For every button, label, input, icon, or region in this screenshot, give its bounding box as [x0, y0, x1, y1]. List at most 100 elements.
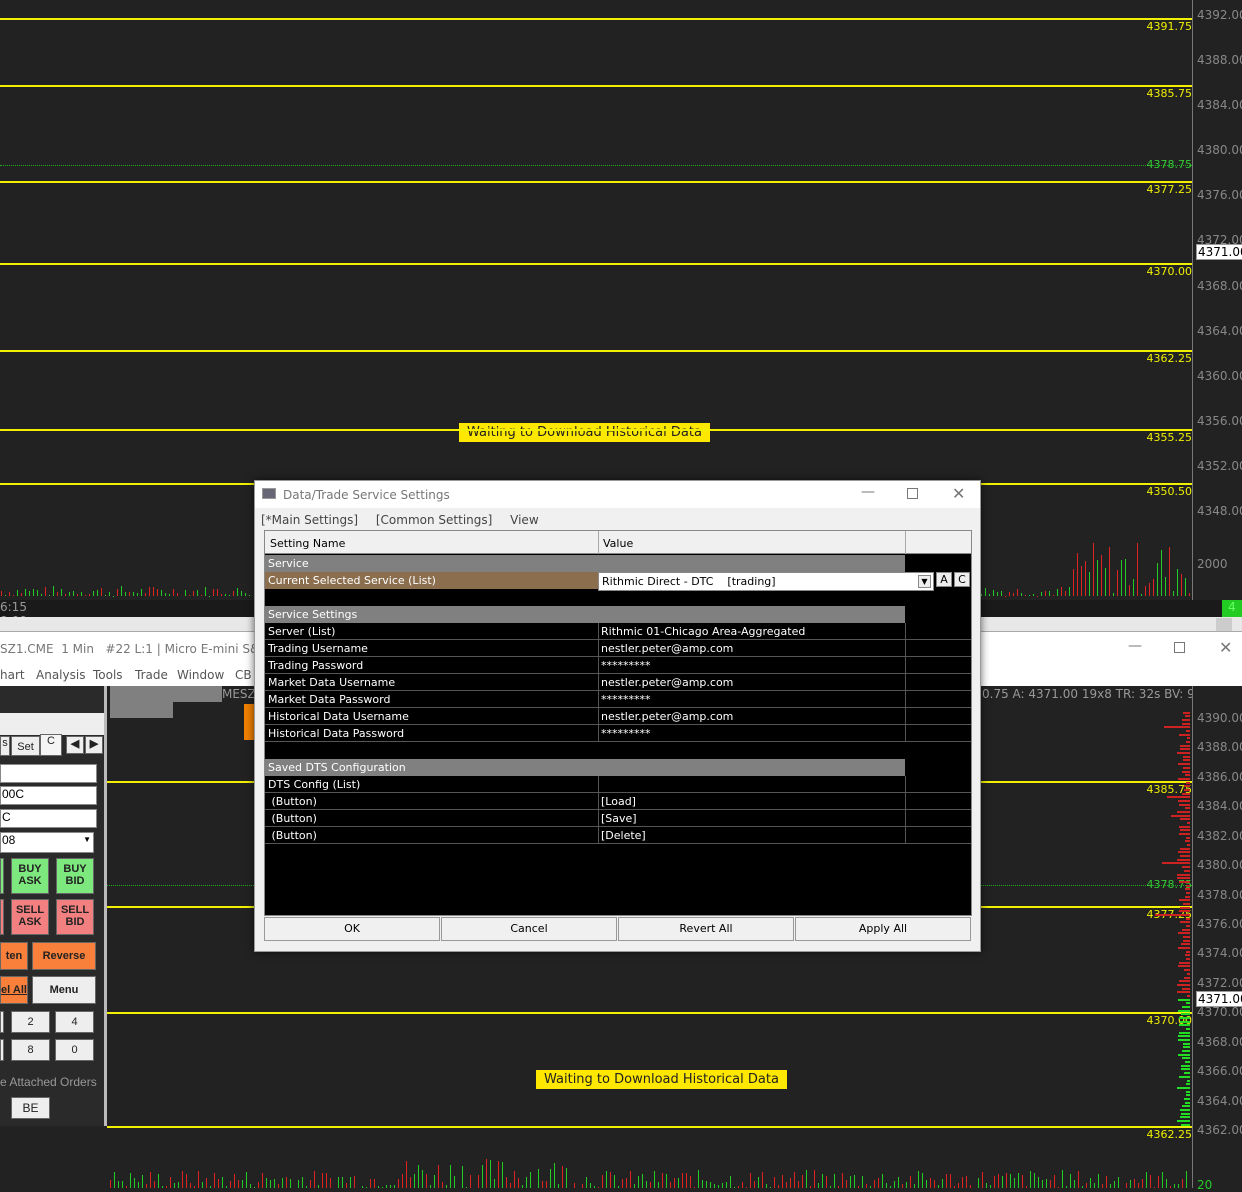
menu-common-settings[interactable]: [Common Settings]: [376, 513, 492, 527]
field-3[interactable]: C: [0, 809, 97, 828]
button-a[interactable]: A: [936, 572, 952, 587]
volume-bar: [1018, 1173, 1019, 1188]
profile-bar: [1184, 1098, 1190, 1100]
close-icon[interactable]: ✕: [1219, 638, 1232, 657]
dts-row[interactable]: (Button)[Delete]: [265, 827, 971, 844]
field-2[interactable]: 00C: [0, 786, 97, 805]
profile-bar: [1178, 1039, 1190, 1041]
setting-name: Trading Password: [268, 659, 363, 672]
tab-set[interactable]: Set: [11, 736, 40, 756]
qty-2-button[interactable]: 2: [11, 1011, 50, 1033]
volume-bar: [1053, 595, 1054, 596]
price-tick: 4388.00: [1197, 53, 1242, 67]
setting-row[interactable]: Historical Data Password*********: [265, 725, 971, 742]
tab-c[interactable]: C: [40, 734, 62, 756]
reverse-button[interactable]: Reverse: [32, 942, 96, 970]
maximize-icon[interactable]: [907, 488, 918, 499]
button-c[interactable]: C: [954, 572, 970, 587]
menu-button[interactable]: Menu: [32, 976, 96, 1004]
profile-bar: [1180, 1109, 1190, 1111]
sell-ask-button[interactable]: SELL ASK: [11, 899, 49, 935]
price-box: [244, 704, 254, 740]
volume-bar: [794, 1172, 795, 1188]
maximize-icon[interactable]: [1174, 642, 1185, 653]
menu-item-hart[interactable]: hart: [0, 668, 25, 682]
setting-row[interactable]: Market Data Password*********: [265, 691, 971, 708]
volume-bar: [338, 1177, 339, 1188]
quantity-select[interactable]: 08▼: [0, 832, 94, 853]
flatten-button[interactable]: ten: [0, 942, 28, 970]
menu-item-cb[interactable]: CB: [235, 668, 252, 682]
profile-bar: [1186, 1002, 1190, 1004]
setting-value[interactable]: [Save]: [601, 812, 637, 825]
price-level-label: 4370.00: [1132, 265, 1192, 278]
ok-button[interactable]: OK: [264, 917, 440, 941]
volume-bar: [165, 593, 166, 596]
setting-row[interactable]: Historical Data Usernamenestler.peter@am…: [265, 708, 971, 725]
buy-market-button[interactable]: [0, 858, 4, 894]
menu-item-trade[interactable]: Trade: [135, 668, 168, 682]
setting-row[interactable]: Trading Usernamenestler.peter@amp.com: [265, 640, 971, 657]
price-level-label: 4350.50: [1132, 485, 1192, 498]
tab-scroll-right[interactable]: ▶: [85, 736, 103, 754]
profile-bar: [1182, 723, 1190, 725]
setting-row[interactable]: Market Data Usernamenestler.peter@amp.co…: [265, 674, 971, 691]
volume-bar: [1094, 1183, 1095, 1188]
volume-bar: [814, 1170, 815, 1188]
profile-bar: [1180, 921, 1190, 923]
qty-4-button[interactable]: 4: [55, 1011, 94, 1033]
dts-row[interactable]: (Button)[Load]: [265, 793, 971, 810]
volume-bar: [217, 589, 218, 596]
setting-row[interactable]: Server (List)Rithmic 01-Chicago Area-Agg…: [265, 623, 971, 640]
buy-ask-button[interactable]: BUY ASK: [11, 858, 49, 894]
volume-bar: [117, 589, 118, 596]
menu-item-tools[interactable]: Tools: [93, 668, 123, 682]
dts-row[interactable]: (Button)[Save]: [265, 810, 971, 827]
setting-row[interactable]: Trading Password *********: [265, 657, 971, 674]
minimize-icon[interactable]: —: [861, 484, 875, 500]
volume-bar: [1034, 1173, 1035, 1188]
qty-8-button[interactable]: 8: [11, 1039, 50, 1061]
volume-bar: [950, 1174, 951, 1188]
volume-bar: [942, 1179, 943, 1188]
cancel-button[interactable]: Cancel: [441, 917, 617, 941]
volume-bar: [450, 1165, 451, 1188]
menu-item-window[interactable]: Window: [177, 668, 224, 682]
volume-bar: [150, 1172, 151, 1188]
profile-bar: [1186, 1091, 1190, 1093]
dts-row[interactable]: DTS Config (List): [265, 776, 971, 793]
field-1[interactable]: [0, 764, 97, 783]
volume-bar: [1021, 593, 1022, 596]
volume-bar: [1078, 1171, 1079, 1188]
volume-bar: [706, 1181, 707, 1188]
setting-value: *********: [601, 659, 651, 672]
tab-scroll-left[interactable]: ◀: [66, 736, 84, 754]
volume-bar: [218, 1179, 219, 1188]
revert-all-button[interactable]: Revert All: [618, 917, 794, 941]
setting-value[interactable]: [Delete]: [601, 829, 646, 842]
menu-item-analysis[interactable]: Analysis: [36, 668, 85, 682]
top-price-axis[interactable]: 2000 4371.00 4392.004388.004384.004380.0…: [1192, 0, 1242, 600]
apply-all-button[interactable]: Apply All: [795, 917, 971, 941]
price-tick: 4374.00: [1197, 946, 1242, 960]
volume-bar: [89, 594, 90, 596]
setting-value[interactable]: [Load]: [601, 795, 636, 808]
breakeven-button[interactable]: BE: [11, 1097, 50, 1119]
service-select[interactable]: Rithmic Direct - DTC [trading] ▼: [598, 572, 934, 591]
sell-market-button[interactable]: [0, 899, 4, 935]
menu-main-settings[interactable]: [*Main Settings]: [261, 513, 358, 527]
profile-bar: [1182, 793, 1190, 795]
buy-bid-button[interactable]: BUY BID: [56, 858, 94, 894]
profile-bar: [1183, 1043, 1190, 1045]
price-tick: 4364.00: [1197, 324, 1242, 338]
sell-bid-button[interactable]: SELL BID: [56, 899, 94, 935]
minimize-icon[interactable]: —: [1128, 638, 1142, 654]
price-level-label: 4377.25: [1132, 183, 1192, 196]
bottom-price-axis[interactable]: 20 4371.00 4390.004388.004386.004384.004…: [1192, 686, 1242, 1188]
menu-view[interactable]: View: [510, 513, 538, 527]
current-service-row[interactable]: Current Selected Service (List) Rithmic …: [265, 572, 971, 589]
tab-s[interactable]: s: [0, 736, 10, 756]
close-icon[interactable]: ✕: [952, 484, 965, 503]
cancel-all-button[interactable]: el All: [0, 976, 28, 1004]
qty-0-button[interactable]: 0: [55, 1039, 94, 1061]
